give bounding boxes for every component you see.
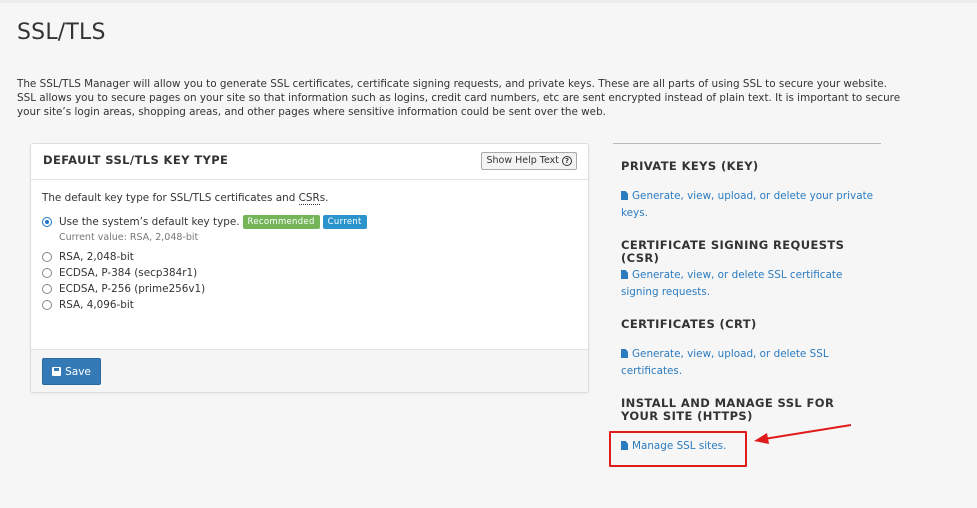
description-prefix: The default key type for SSL/TLS certifi… bbox=[42, 192, 299, 204]
certificates-link[interactable]: Generate, view, upload, or delete SSL ce… bbox=[621, 346, 881, 380]
radio-rsa-2048[interactable] bbox=[42, 252, 52, 262]
panel-header: DEFAULT SSL/TLS KEY TYPE Show Help Text … bbox=[31, 144, 588, 180]
floppy-disk-icon bbox=[52, 367, 62, 376]
file-icon bbox=[621, 349, 628, 358]
certificates-link-text: Generate, view, upload, or delete SSL ce… bbox=[621, 348, 829, 377]
csr-abbreviation: CSR bbox=[298, 192, 320, 205]
option-rsa-2048[interactable]: RSA, 2,048-bit bbox=[42, 250, 134, 264]
current-badge: Current bbox=[322, 215, 367, 229]
recommended-badge: Recommended bbox=[242, 215, 320, 229]
question-circle-icon: ? bbox=[562, 156, 572, 166]
option-label: Use the system’s default key type. bbox=[59, 216, 240, 228]
panel-description: The default key type for SSL/TLS certifi… bbox=[42, 192, 329, 205]
radio-ecdsa-p256[interactable] bbox=[42, 284, 52, 294]
private-keys-link[interactable]: Generate, view, upload, or delete your p… bbox=[621, 188, 881, 222]
top-border bbox=[0, 0, 977, 3]
radio-system-default[interactable] bbox=[42, 217, 52, 227]
description-suffix: s. bbox=[319, 192, 329, 204]
sidebar-divider bbox=[613, 143, 881, 144]
panel-body: The default key type for SSL/TLS certifi… bbox=[31, 180, 588, 350]
annotation-arrow-icon bbox=[754, 424, 852, 444]
private-keys-heading: PRIVATE KEYS (KEY) bbox=[621, 159, 759, 173]
panel-title: DEFAULT SSL/TLS KEY TYPE bbox=[43, 153, 229, 167]
intro-text: The SSL/TLS Manager will allow you to ge… bbox=[17, 78, 901, 118]
radio-ecdsa-p384[interactable] bbox=[42, 268, 52, 278]
csr-heading: CERTIFICATE SIGNING REQUESTS (CSR) bbox=[621, 238, 845, 265]
radio-rsa-4096[interactable] bbox=[42, 300, 52, 310]
option-ecdsa-p384[interactable]: ECDSA, P-384 (secp384r1) bbox=[42, 266, 197, 280]
option-label: ECDSA, P-256 (prime256v1) bbox=[59, 283, 206, 295]
page-title: SSL/TLS bbox=[17, 20, 106, 45]
option-system-default[interactable]: Use the system’s default key type. Recom… bbox=[42, 215, 367, 229]
option-label: RSA, 2,048-bit bbox=[59, 251, 134, 263]
save-button-label: Save bbox=[65, 365, 91, 378]
option-ecdsa-p256[interactable]: ECDSA, P-256 (prime256v1) bbox=[42, 282, 205, 296]
csr-link[interactable]: Generate, view, or delete SSL certificat… bbox=[621, 267, 881, 301]
save-button[interactable]: Save bbox=[42, 358, 101, 385]
option-label: ECDSA, P-384 (secp384r1) bbox=[59, 267, 198, 279]
private-keys-link-text: Generate, view, upload, or delete your p… bbox=[621, 190, 874, 219]
annotation-highlight-box bbox=[609, 431, 747, 467]
certificates-heading: CERTIFICATES (CRT) bbox=[621, 317, 757, 331]
option-rsa-4096[interactable]: RSA, 4,096-bit bbox=[42, 298, 134, 312]
file-icon bbox=[621, 191, 628, 200]
panel-footer: Save bbox=[31, 349, 588, 392]
file-icon bbox=[621, 270, 628, 279]
csr-link-text: Generate, view, or delete SSL certificat… bbox=[621, 269, 843, 298]
current-value-text: Current value: RSA, 2,048-bit bbox=[59, 232, 199, 243]
option-label: RSA, 4,096-bit bbox=[59, 299, 134, 311]
default-key-type-panel: DEFAULT SSL/TLS KEY TYPE Show Help Text … bbox=[30, 143, 589, 393]
show-help-text-button[interactable]: Show Help Text ? bbox=[481, 152, 577, 170]
help-button-label: Show Help Text bbox=[486, 155, 559, 166]
